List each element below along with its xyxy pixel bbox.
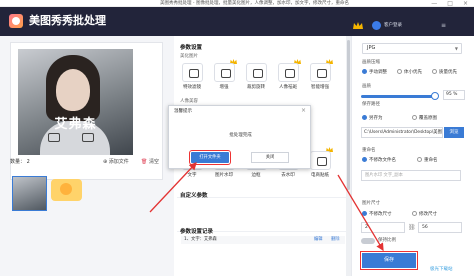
- quality-slider-knob[interactable]: [431, 92, 439, 100]
- group-beautify-label: 美化图片: [180, 54, 198, 59]
- dialog-close-button[interactable]: 关闭: [251, 152, 289, 163]
- avatar[interactable]: [372, 21, 381, 30]
- save-path-input[interactable]: C:\Users\Administrator\Desktop\美图批处理: [361, 127, 443, 138]
- record-delete-link[interactable]: 删除: [331, 236, 340, 244]
- menu-icon[interactable]: ≡: [441, 22, 446, 29]
- app-logo-icon: [9, 14, 23, 28]
- save-button[interactable]: 保存: [360, 251, 418, 270]
- group-portrait-label: 人像美容: [180, 99, 198, 104]
- keep-ratio-label: 保持比例: [378, 238, 396, 243]
- browse-button[interactable]: 浏览: [444, 127, 464, 138]
- completion-dialog: 温馨提示 × 批处理完成 打开文件夹 关闭: [168, 105, 311, 169]
- format-value: JPG: [367, 45, 376, 51]
- login-link[interactable]: 客户登录: [384, 21, 402, 30]
- minimize-icon[interactable]: —: [431, 0, 437, 7]
- image-size-label: 图片尺寸: [362, 201, 380, 206]
- window-controls: — □ ×: [431, 0, 468, 7]
- preview-tools: [48, 133, 94, 142]
- rename-label: 重命名: [362, 148, 376, 153]
- params-record-section: 参数设置记录 1、文字：艾弗森 编辑 删除: [177, 229, 347, 271]
- save-path-label: 保存路径: [362, 102, 380, 107]
- quality-slider-track[interactable]: [361, 95, 435, 98]
- height-input[interactable]: 56: [418, 222, 462, 233]
- radio-size-first[interactable]: 体小优先: [397, 69, 422, 76]
- portrait-icon: [277, 63, 299, 82]
- site-watermark: 极光下载站: [430, 267, 453, 272]
- preview-panel: 艾弗森 数量： 2 ⊕ 添加文件 🗑 清空: [0, 36, 174, 276]
- dialog-message: 批处理完成: [229, 133, 252, 138]
- thumbnail-2[interactable]: [51, 179, 82, 201]
- radio-keep-size[interactable]: 不修改尺寸: [362, 211, 392, 218]
- radio-resize[interactable]: 修改尺寸: [412, 211, 437, 218]
- header-icons: ≡: [441, 22, 446, 29]
- rotate-right-icon[interactable]: [82, 133, 94, 142]
- enhance-icon: [213, 63, 235, 82]
- tool-crop-rotate[interactable]: 裁剪旋转: [241, 63, 271, 90]
- radio-manual[interactable]: 手动调整: [362, 69, 387, 76]
- params-record-title: 参数设置记录: [180, 229, 214, 235]
- vip-crown-icon[interactable]: [353, 22, 363, 29]
- quality-compress-label: 画质压缩: [362, 60, 380, 65]
- window-caption: 美图秀秀批处理 - 图像批处理，批量美化图片，人像调整，加水印，加文字，修改尺寸…: [160, 1, 349, 6]
- params-title: 参数设置: [180, 45, 203, 51]
- add-file-button[interactable]: ⊕ 添加文件: [103, 157, 129, 167]
- app-title: 美图秀秀批处理: [29, 14, 106, 27]
- scrollbar-thumb[interactable]: [347, 40, 350, 190]
- radio-save-as[interactable]: 另存为: [362, 115, 383, 122]
- tool-enhance[interactable]: 增强: [209, 59, 239, 90]
- count-label: 数量：: [10, 159, 26, 165]
- thumbnail-list: [10, 173, 163, 213]
- tool-effect-filter[interactable]: 特效滤镜: [177, 63, 207, 90]
- count-value: 2: [26, 159, 30, 165]
- width-input[interactable]: 2: [361, 222, 405, 233]
- radio-rename[interactable]: 重命名: [417, 157, 438, 164]
- custom-params-title: 自定义参数: [180, 193, 208, 199]
- thumbnail-1[interactable]: [12, 176, 47, 211]
- open-folder-button[interactable]: 打开文件夹: [189, 150, 231, 165]
- close-window-icon[interactable]: ×: [463, 0, 468, 7]
- file-count-row: 数量： 2 ⊕ 添加文件 🗑 清空: [10, 157, 163, 167]
- quality-label: 画质: [362, 84, 371, 89]
- dialog-close-icon[interactable]: ×: [301, 107, 306, 114]
- smart-enhance-icon: [309, 63, 331, 82]
- sticker-icon: [309, 151, 331, 170]
- custom-params-section: 自定义参数: [177, 193, 349, 225]
- app-header: 美图秀秀批处理 客户登录 ≡: [0, 7, 474, 36]
- window-titlebar: 美图秀秀批处理 - 图像批处理，批量美化图片，人像调整，加水印，加文字，修改尺寸…: [0, 0, 474, 7]
- format-select[interactable]: JPG ▼: [362, 43, 462, 54]
- preview-watermark-text: 艾弗森: [54, 117, 97, 132]
- chevron-down-icon: ▼: [454, 46, 458, 51]
- tool-smart-enhance[interactable]: 智能增强: [305, 59, 335, 90]
- tool-portrait-spot[interactable]: 人像祛斑: [273, 59, 303, 90]
- filter-icon: [181, 63, 203, 82]
- quality-input[interactable]: 95 %: [443, 90, 465, 100]
- record-edit-link[interactable]: 编辑: [314, 236, 323, 244]
- clear-label: 清空: [148, 159, 159, 165]
- crop-icon: [245, 63, 267, 82]
- link-ratio-icon[interactable]: ⛓: [408, 224, 416, 231]
- maximize-icon[interactable]: □: [447, 0, 453, 7]
- radio-overwrite[interactable]: 覆盖原图: [412, 115, 437, 122]
- trash-icon: 🗑: [141, 159, 148, 165]
- rotate-left-icon[interactable]: [48, 133, 60, 142]
- keep-ratio-toggle[interactable]: [361, 238, 375, 244]
- radio-quality-first[interactable]: 质量优先: [432, 69, 457, 76]
- add-file-label: 添加文件: [108, 159, 129, 165]
- record-desc: 1、文字：艾弗森: [184, 237, 217, 242]
- suffix-input[interactable]: 图片水印 文字_副本: [361, 170, 461, 181]
- dialog-title: 温馨提示: [174, 109, 192, 114]
- record-row: 1、文字：艾弗森 编辑 删除: [181, 236, 345, 244]
- radio-no-rename[interactable]: 不修改文件名: [362, 157, 396, 164]
- clear-button[interactable]: 🗑 清空: [141, 157, 159, 167]
